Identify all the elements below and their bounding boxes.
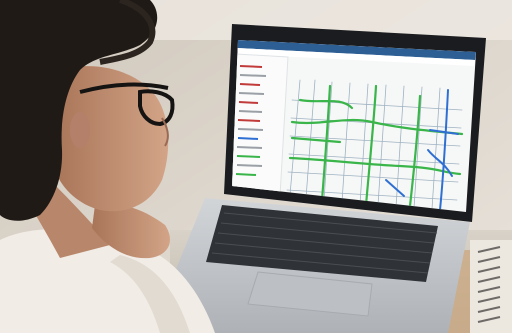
ear	[70, 112, 90, 148]
photo-scene	[0, 0, 512, 333]
notebook	[470, 240, 512, 333]
